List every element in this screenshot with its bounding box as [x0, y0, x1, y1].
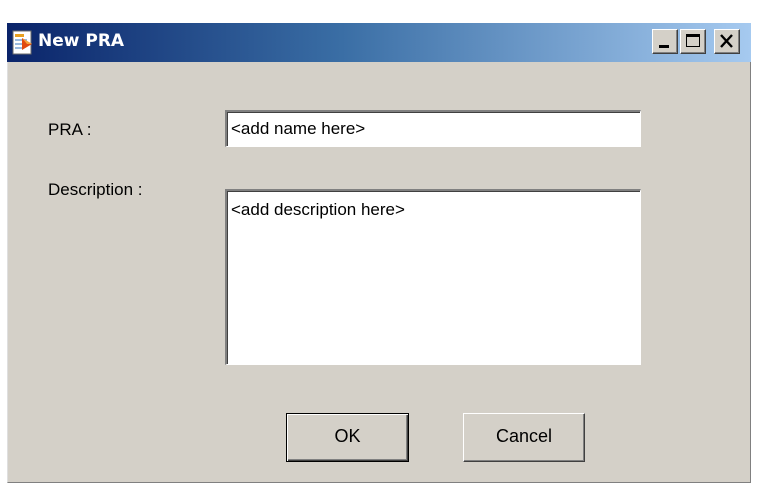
- minimize-icon: [659, 45, 669, 48]
- maximize-icon: [686, 34, 700, 47]
- close-icon: [720, 34, 733, 48]
- description-label: Description :: [48, 180, 143, 199]
- pra-label: PRA :: [48, 120, 92, 139]
- maximize-button[interactable]: [680, 29, 706, 54]
- ok-button[interactable]: OK: [286, 413, 409, 462]
- window-title: New PRA: [38, 31, 125, 51]
- cancel-button[interactable]: Cancel: [463, 413, 585, 462]
- minimize-button[interactable]: [652, 29, 678, 54]
- description-textarea[interactable]: <add description here>: [225, 189, 641, 365]
- title-bar[interactable]: New PRA: [7, 23, 751, 62]
- app-document-icon: [12, 30, 34, 56]
- pra-name-input[interactable]: <add name here>: [225, 110, 641, 147]
- close-button[interactable]: [714, 29, 740, 54]
